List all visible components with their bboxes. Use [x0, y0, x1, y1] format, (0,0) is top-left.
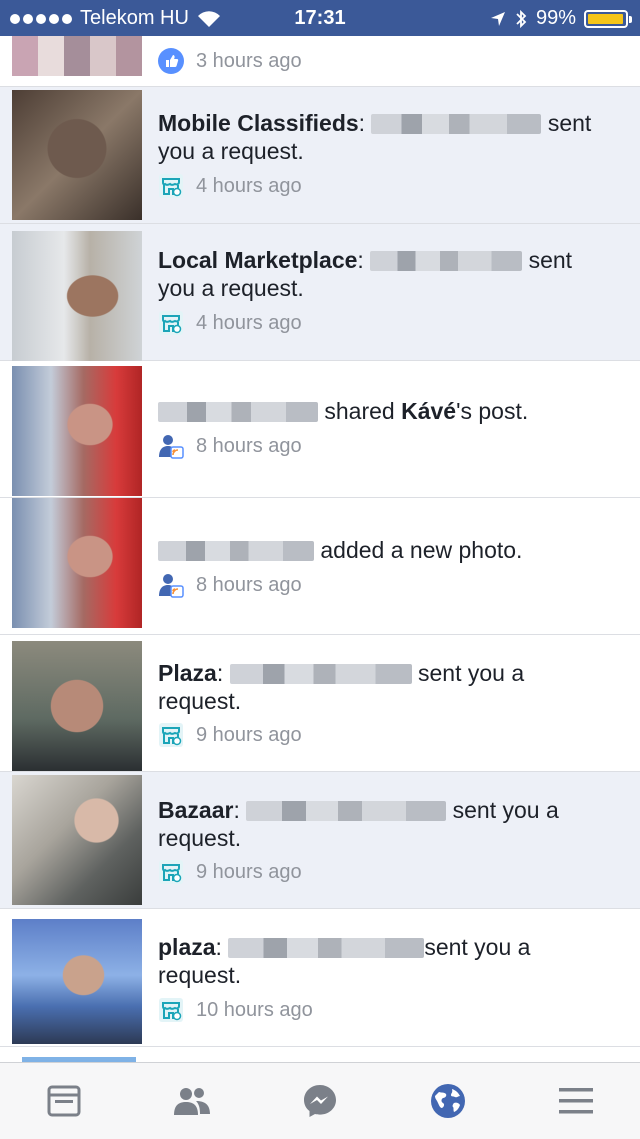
messenger-icon[interactable]	[300, 1081, 340, 1121]
friends-icon[interactable]	[172, 1081, 212, 1121]
redacted-name	[158, 541, 314, 561]
avatar	[12, 498, 142, 628]
avatar	[12, 36, 142, 76]
notification-source: Local Marketplace	[158, 247, 358, 273]
notification-action: sent you a	[452, 797, 559, 823]
notification-item[interactable]: Plaza: sent you a request. 9 hours ago	[0, 635, 640, 772]
like-icon	[158, 48, 184, 74]
notification-time: 4 hours ago	[196, 174, 302, 197]
notification-time: 3 hours ago	[196, 49, 302, 72]
notification-time: 4 hours ago	[196, 311, 302, 334]
notification-action-cont: you a request.	[158, 138, 304, 164]
notification-action-cont: request.	[158, 825, 242, 851]
notification-action-cont: 's post.	[456, 398, 529, 424]
notification-source: plaza	[158, 934, 216, 960]
notification-item[interactable]: added a new photo. 8 hours ago	[0, 498, 640, 635]
notification-time: 9 hours ago	[196, 860, 302, 883]
notification-action-cont: request.	[158, 688, 242, 714]
marketplace-icon	[158, 859, 184, 885]
redacted-name	[229, 664, 412, 684]
avatar	[12, 90, 142, 220]
notification-action: sent	[528, 247, 573, 273]
notification-time: 10 hours ago	[196, 998, 313, 1021]
notification-action: sent	[547, 110, 592, 136]
marketplace-icon	[158, 997, 184, 1023]
redacted-name	[246, 801, 447, 821]
notification-item[interactable]: Local Marketplace: sent you a request. 4…	[0, 224, 640, 361]
notification-source: Mobile Classifieds	[158, 110, 359, 136]
avatar	[12, 775, 142, 905]
share-icon	[158, 433, 184, 459]
notification-source: Plaza	[158, 660, 217, 686]
notification-item[interactable]: 3 hours ago	[0, 36, 640, 87]
redacted-name	[158, 402, 318, 422]
notification-time: 9 hours ago	[196, 723, 302, 746]
notification-time: 8 hours ago	[196, 434, 302, 457]
avatar	[12, 366, 142, 496]
battery-icon	[584, 9, 632, 28]
location-arrow-icon	[490, 11, 505, 26]
avatar	[12, 919, 142, 1044]
notification-action: added a new photo.	[320, 537, 523, 563]
notification-action: shared	[324, 398, 395, 424]
redacted-name	[370, 251, 523, 271]
notification-time: 8 hours ago	[196, 573, 302, 596]
menu-icon[interactable]	[556, 1081, 596, 1121]
redacted-name	[228, 938, 425, 958]
status-bar: Telekom HU 17:31 99%	[0, 0, 640, 36]
marketplace-icon	[158, 310, 184, 336]
notification-item[interactable]: plaza: sent you a request. 10 hours ago	[0, 909, 640, 1047]
notification-action: sent you a	[424, 934, 531, 960]
battery-percent: 99%	[535, 7, 576, 29]
notification-source: Bazaar	[158, 797, 234, 823]
tab-bar	[0, 1062, 640, 1139]
globe-icon[interactable]	[428, 1081, 468, 1121]
notification-action: sent you a	[418, 660, 525, 686]
marketplace-icon	[158, 173, 184, 199]
redacted-name	[371, 114, 542, 134]
notification-item[interactable]: shared Kávé's post. 8 hours ago	[0, 361, 640, 498]
notification-action-cont: you a request.	[158, 275, 304, 301]
bluetooth-icon	[516, 9, 527, 28]
avatar	[12, 231, 142, 361]
notification-item[interactable]: Bazaar: sent you a request. 9 hours ago	[0, 772, 640, 909]
news-feed-icon[interactable]	[44, 1081, 84, 1121]
avatar	[12, 641, 142, 771]
notification-item[interactable]: Mobile Classifieds: sent you a request. …	[0, 87, 640, 224]
mentioned-name: Kávé	[401, 398, 457, 424]
share-icon	[158, 572, 184, 598]
marketplace-icon	[158, 722, 184, 748]
notification-action-cont: request.	[158, 962, 242, 988]
